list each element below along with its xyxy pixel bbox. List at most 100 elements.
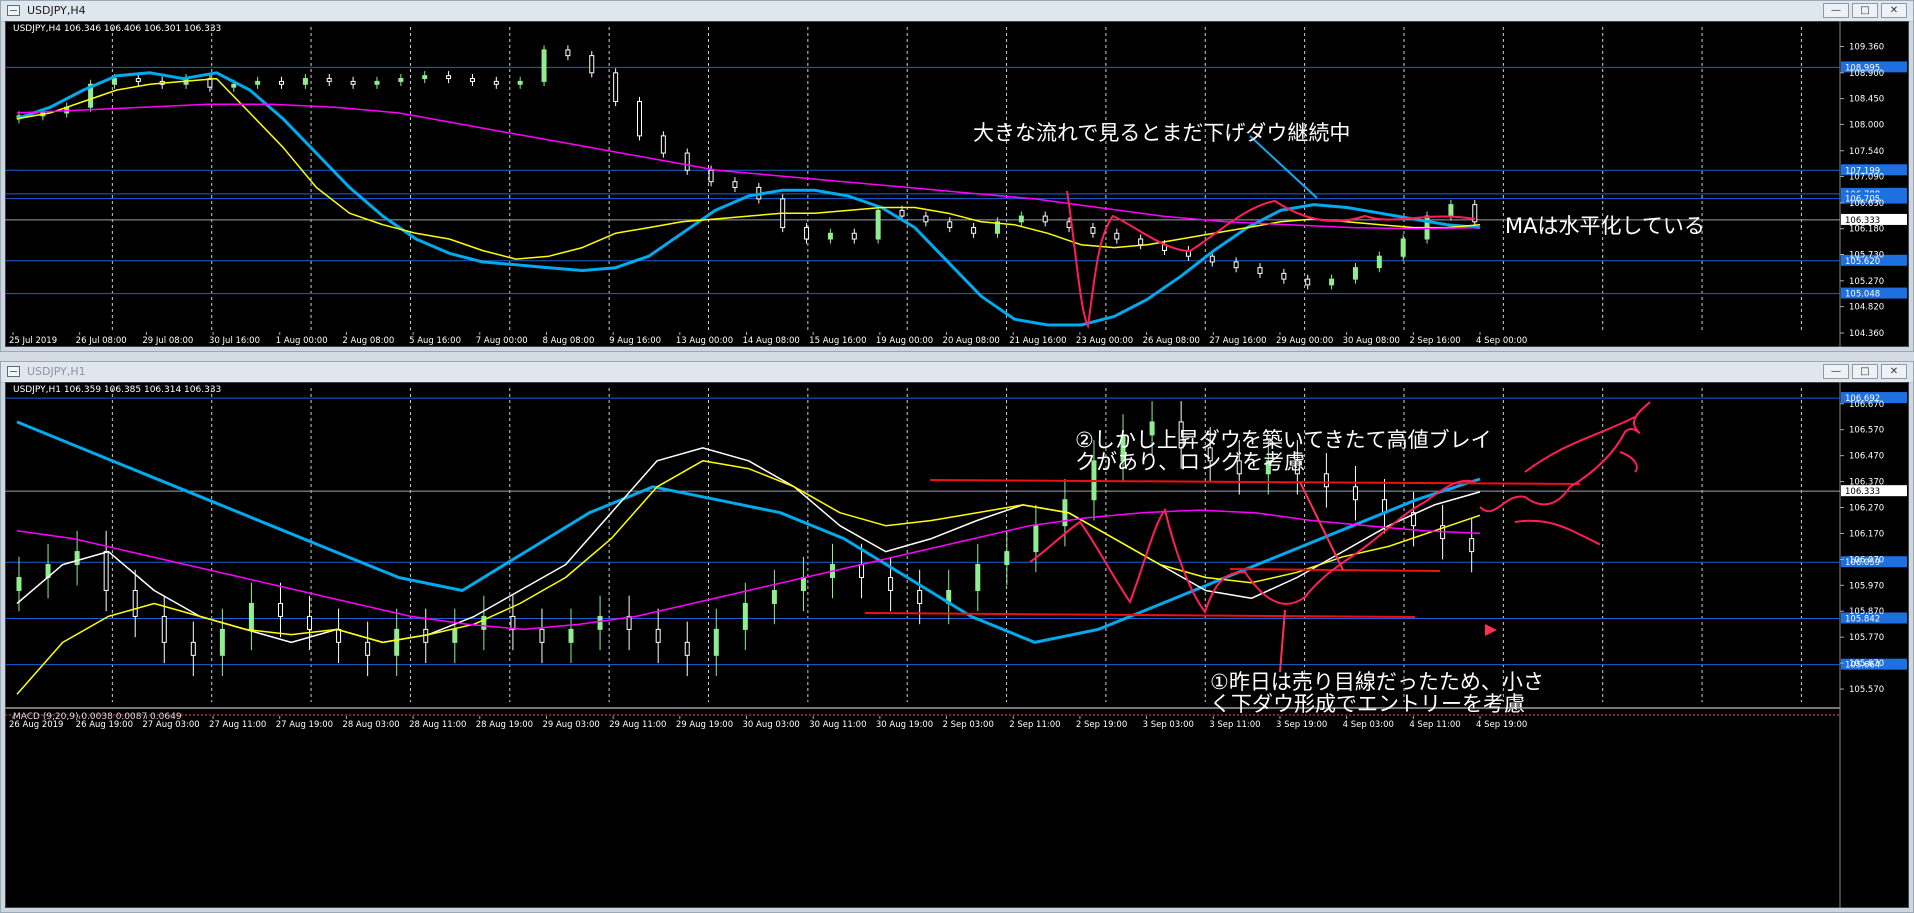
x-tick-label: 7 Aug 00:00: [476, 336, 528, 346]
candle-body: [469, 78, 475, 82]
x-tick-label: 28 Aug 11:00: [409, 720, 466, 730]
x-tick-label: 2 Aug 08:00: [342, 336, 394, 346]
x-tick-label: 27 Aug 19:00: [276, 720, 333, 730]
annotation-break-line1: ②しかし上昇ダウを築いてきたて高値ブレイ: [1075, 428, 1492, 452]
y-tick-label: 106.270: [1849, 504, 1884, 514]
candle-body: [510, 615, 516, 630]
price-chart-h4[interactable]: 108.995107.199106.788106.705106.333105.6…: [5, 21, 1909, 347]
x-tick-label: 30 Aug 08:00: [1343, 336, 1400, 346]
annotation-arrow: [1249, 135, 1318, 199]
x-tick-label: 3 Sep 03:00: [1143, 720, 1194, 730]
annotation-downtrend: 大きな流れで見るとまだ下げダウ継続中: [973, 121, 1351, 145]
x-tick-label: 29 Aug 03:00: [542, 720, 599, 730]
x-tick-label: 2 Sep 03:00: [943, 720, 994, 730]
candle-body: [888, 577, 894, 591]
candle-body: [255, 80, 261, 85]
chart-frame: [5, 21, 1909, 347]
maximize-button[interactable]: □: [1852, 3, 1878, 18]
candle-body: [975, 564, 981, 591]
candle-body: [539, 628, 545, 643]
candle-body: [1329, 278, 1335, 286]
price-chart-h1[interactable]: 106.692 106.333 106.059 105.842 105.664 106.6…: [5, 382, 1909, 908]
candle-body: [1042, 215, 1048, 223]
candle-body: [971, 227, 977, 234]
x-tick-label: 5 Aug 16:00: [409, 336, 461, 346]
candle-body: [16, 577, 22, 591]
candle-body: [804, 227, 810, 240]
candle-body: [1018, 215, 1024, 223]
y-tick-label: 106.570: [1849, 426, 1884, 436]
y-tick-label: 105.570: [1849, 685, 1884, 695]
candle-body: [111, 78, 117, 85]
y-tick-label: 108.450: [1849, 95, 1884, 105]
y-tick-label: 106.470: [1849, 452, 1884, 462]
candle-body: [132, 589, 138, 617]
x-tick-label: 23 Aug 00:00: [1076, 336, 1133, 346]
close-button[interactable]: ✕: [1881, 364, 1907, 379]
candle-body: [446, 75, 452, 80]
chart-window-icon: [7, 5, 20, 16]
y-tick-label: 104.360: [1849, 329, 1884, 339]
candle-body: [1400, 238, 1406, 257]
candle-body: [1323, 473, 1329, 488]
x-tick-label: 2 Sep 19:00: [1076, 720, 1127, 730]
y-tick-label: 105.270: [1849, 277, 1884, 287]
x-tick-label: 3 Sep 11:00: [1209, 720, 1260, 730]
close-button[interactable]: ✕: [1881, 3, 1907, 18]
x-tick-label: 26 Aug 08:00: [1143, 336, 1200, 346]
annotation-arrow: [1299, 481, 1344, 571]
candle-body: [684, 152, 690, 171]
x-tick-label: 29 Aug 19:00: [676, 720, 733, 730]
candle-body: [917, 589, 923, 604]
candle-body: [597, 615, 603, 630]
candle-body: [541, 49, 547, 82]
minimize-button[interactable]: —: [1823, 3, 1849, 18]
candle-body: [481, 615, 487, 630]
window-titlebar-h4[interactable]: USDJPY,H4 — □ ✕: [1, 1, 1913, 22]
candle-body: [161, 615, 167, 643]
candle-body: [422, 75, 428, 80]
y-tick-label: 105.730: [1849, 250, 1884, 260]
annotation-arrow: [1279, 609, 1286, 673]
candle-body: [1033, 525, 1039, 553]
candle-body: [1448, 204, 1454, 217]
x-tick-label: 4 Sep 11:00: [1409, 720, 1460, 730]
x-tick-label: 19 Aug 00:00: [876, 336, 933, 346]
y-tick-label: 109.360: [1849, 42, 1884, 52]
y-tick-label: 106.370: [1849, 478, 1884, 488]
candle-body: [565, 49, 571, 57]
candle-body: [923, 215, 929, 223]
minimize-button[interactable]: —: [1823, 364, 1849, 379]
x-tick-label: 26 Jul 08:00: [76, 336, 127, 346]
x-tick-label: 29 Aug 11:00: [609, 720, 666, 730]
scenario-up-trace: [1479, 401, 1651, 513]
candle-body: [655, 628, 661, 643]
chart-canvas-h4: 108.995107.199106.788106.705106.333105.6…: [5, 21, 1909, 347]
candle-body: [394, 628, 400, 656]
x-tick-label: 27 Aug 16:00: [1209, 336, 1266, 346]
candle-body: [374, 80, 380, 85]
x-tick-label: 30 Aug 19:00: [876, 720, 933, 730]
candle-body: [636, 100, 642, 137]
candle-body: [713, 628, 719, 656]
candle-body: [326, 78, 332, 82]
candle-body: [899, 209, 905, 217]
x-tick-label: 29 Jul 08:00: [142, 336, 193, 346]
y-tick-label: 107.540: [1849, 147, 1884, 157]
x-tick-label: 9 Aug 16:00: [609, 336, 661, 346]
y-tick-label: 106.670: [1849, 400, 1884, 410]
candle-body: [1305, 278, 1311, 286]
y-tick-label: 108.900: [1849, 69, 1884, 79]
maximize-button[interactable]: □: [1852, 364, 1878, 379]
x-tick-label: 3 Sep 19:00: [1276, 720, 1327, 730]
candle-body: [398, 78, 404, 82]
candle-body: [493, 80, 499, 85]
y-tick-label: 105.770: [1849, 633, 1884, 643]
candle-body: [660, 135, 666, 154]
window-titlebar-h1[interactable]: USDJPY,H1 — □ ✕: [1, 362, 1913, 383]
candle-body: [708, 169, 714, 183]
candle-body: [103, 551, 109, 591]
candle-body: [1352, 486, 1358, 501]
x-tick-label: 13 Aug 00:00: [676, 336, 733, 346]
chart-frame: [5, 382, 1909, 908]
